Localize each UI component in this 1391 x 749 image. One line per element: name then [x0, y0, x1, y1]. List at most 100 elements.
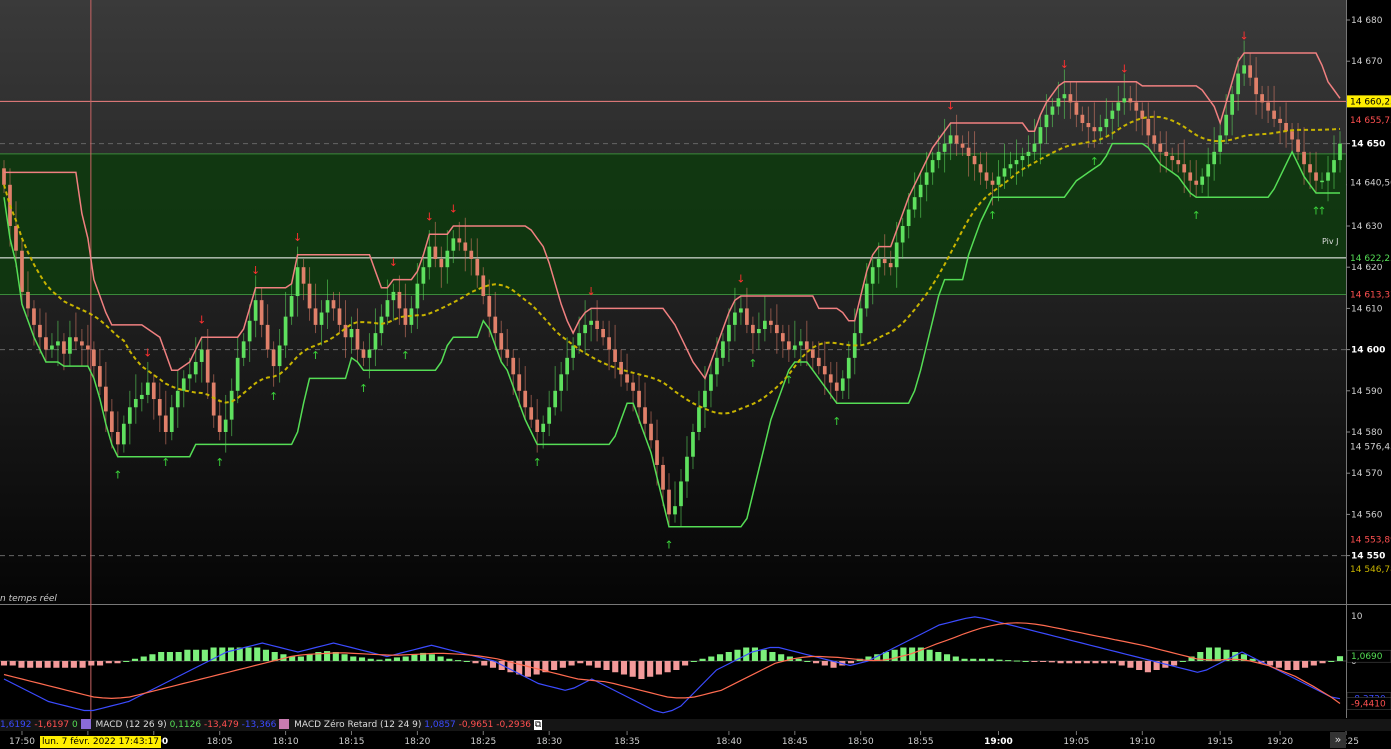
macd-histogram-bar — [1005, 660, 1012, 662]
zero-lag-legend-value-2: -0,9651 — [458, 720, 494, 730]
candle-body — [1242, 65, 1247, 74]
macd-histogram-bar — [900, 647, 907, 661]
sell-arrow-icon: ↓ — [449, 202, 458, 215]
macd-histogram-bar — [1179, 661, 1186, 662]
macd-histogram-bar — [463, 661, 470, 662]
time-tick-label: 18:40 — [716, 737, 742, 747]
zero-lag-legend-icon[interactable] — [279, 719, 290, 729]
time-tick-label: 19:05 — [1063, 737, 1089, 747]
candle-body — [433, 246, 438, 259]
macd-histogram-bar — [44, 661, 51, 668]
candle-body — [978, 164, 983, 173]
macd-histogram-bar — [594, 661, 601, 668]
candle-body — [80, 341, 84, 346]
macd-histogram-bar — [193, 649, 200, 661]
macd-histogram-bar — [262, 649, 270, 661]
candle-body — [1248, 65, 1252, 78]
indicator-legend: 1,6192 -1,6197 0 MACD (12 26 9) 0,1126 -… — [0, 719, 543, 731]
time-tick-label: 19:10 — [1129, 737, 1155, 747]
candle-body — [565, 357, 570, 375]
macd-histogram-bar — [1205, 647, 1213, 661]
macd-histogram-bar — [1109, 661, 1117, 664]
buy-arrow-icon: ↑ — [269, 390, 278, 403]
macd-legend-name[interactable]: MACD (12 26 9) — [95, 720, 166, 730]
macd-histogram-bar — [481, 661, 488, 666]
macd-histogram-bar — [751, 647, 759, 661]
macd-histogram-bar — [1048, 661, 1055, 663]
candle-body — [493, 316, 498, 334]
candle-body — [74, 337, 78, 342]
macd-histogram-bar — [1136, 661, 1143, 670]
macd-legend-icon[interactable] — [80, 719, 91, 729]
realtime-label: n temps réel — [0, 594, 57, 604]
buy-arrow-icon: ↑ — [1192, 209, 1201, 222]
sell-arrow-icon: ↓ — [1240, 29, 1249, 42]
macd-axis-label: 10 — [1351, 612, 1363, 622]
candle-body — [1032, 143, 1037, 152]
candle-body — [121, 423, 126, 445]
time-tick-label: 19:20 — [1267, 737, 1293, 747]
buy-arrow-icon: ↑ — [311, 349, 320, 362]
macd-histogram-bar — [184, 649, 191, 661]
macd-histogram-bar — [961, 658, 968, 661]
macd-histogram-bar — [647, 661, 654, 677]
candle-body — [319, 312, 324, 325]
zero-lag-legend-value-3: -0,2936 — [496, 720, 532, 730]
popout-icon[interactable]: ⧉ — [533, 720, 543, 730]
candle-body — [175, 390, 180, 408]
candle-body — [601, 329, 605, 338]
candle-body — [1110, 110, 1115, 119]
candle-body — [649, 423, 653, 441]
buy-arrow-icon: ↑ — [1090, 155, 1099, 168]
macd-histogram-bar — [35, 661, 42, 668]
candle-body — [68, 337, 72, 354]
candle-body — [613, 349, 617, 362]
candle-body — [559, 374, 564, 391]
zero-lag-legend-name[interactable]: MACD Zéro Retard (12 24 9) — [294, 720, 421, 730]
macd-histogram-bar — [166, 652, 173, 661]
candle-body — [56, 341, 60, 346]
candle-body — [1194, 180, 1199, 185]
price-tick-label: 14 580 — [1351, 428, 1383, 438]
sell-arrow-icon: ↓ — [251, 264, 260, 277]
candle-body — [499, 333, 504, 350]
buy-arrow-icon: ↑ — [359, 382, 368, 395]
price-tick-label: 14 560 — [1351, 510, 1383, 520]
price-tick-label: 14 650 — [1351, 140, 1385, 150]
candle-body — [763, 320, 767, 329]
buy-arrow-icon: ↑ — [988, 209, 997, 222]
scroll-right-button[interactable]: » — [1330, 732, 1346, 748]
candle-body — [14, 226, 18, 251]
macd-histogram-bar — [585, 661, 593, 666]
candle-body — [307, 283, 312, 309]
candle-body — [1278, 118, 1282, 123]
macd-histogram-bar — [446, 658, 453, 661]
candle-body — [1128, 98, 1133, 103]
candle-body — [960, 143, 965, 148]
candle-body — [193, 361, 198, 375]
candle-body — [673, 506, 677, 515]
macd-histogram-bar — [1118, 661, 1125, 666]
macd-histogram-bar — [306, 654, 313, 661]
candle-body — [595, 320, 599, 329]
candle-body — [1116, 102, 1121, 111]
candle-body — [301, 267, 306, 284]
candle-body — [1170, 155, 1175, 161]
macd-histogram-bar — [690, 661, 697, 662]
legend-value-2: -1,6197 — [34, 720, 70, 730]
macd-histogram-bar — [1275, 661, 1282, 668]
candle-body — [151, 382, 156, 400]
macd-histogram-bar — [62, 661, 69, 668]
macd-histogram-bar — [603, 661, 610, 670]
macd-histogram-bar — [725, 652, 732, 661]
candle-body — [1260, 94, 1264, 103]
price-label: 14 576,43 — [1350, 443, 1391, 453]
macd-histogram-bar — [795, 658, 802, 661]
macd-histogram-bar — [926, 649, 933, 661]
candle-body — [1176, 160, 1181, 165]
candle-body — [1146, 118, 1151, 136]
candle-body — [1008, 164, 1013, 169]
candle-body — [1230, 94, 1235, 115]
time-tick-label: 18:05 — [207, 737, 233, 747]
macd-histogram-bar — [114, 661, 121, 664]
